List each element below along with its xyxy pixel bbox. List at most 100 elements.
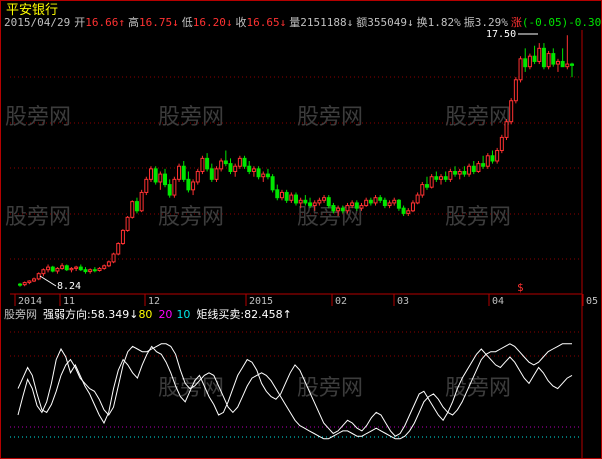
candle[interactable] (233, 163, 238, 177)
candle[interactable] (279, 189, 284, 201)
candle[interactable] (69, 267, 74, 273)
candle[interactable] (424, 176, 429, 190)
candle[interactable] (485, 153, 490, 169)
candle[interactable] (46, 264, 51, 273)
candle[interactable] (163, 168, 168, 188)
candle[interactable] (518, 56, 523, 83)
candle[interactable] (102, 264, 107, 270)
candle[interactable] (223, 150, 228, 167)
candle[interactable] (219, 158, 224, 172)
candle[interactable] (153, 166, 158, 185)
candle[interactable] (18, 282, 22, 287)
candle[interactable] (78, 264, 83, 272)
candle[interactable] (457, 168, 462, 180)
candle[interactable] (158, 171, 163, 190)
candle[interactable] (275, 184, 280, 201)
candle[interactable] (88, 268, 93, 274)
candle[interactable] (387, 200, 392, 209)
candle[interactable] (41, 268, 46, 277)
candle[interactable] (368, 197, 373, 206)
stock-chart[interactable]: 股旁网 股旁网 股旁网 股旁网 股旁网 股旁网 股旁网 股旁网 股旁网 股旁网 … (0, 0, 602, 459)
candle[interactable] (364, 197, 369, 207)
candle[interactable] (490, 150, 495, 164)
candle[interactable] (555, 58, 560, 72)
candle[interactable] (322, 195, 327, 203)
candle[interactable] (284, 189, 289, 203)
candle[interactable] (139, 189, 144, 213)
candle[interactable] (120, 229, 125, 245)
candle[interactable] (434, 171, 439, 182)
candle[interactable] (471, 161, 476, 175)
candle[interactable] (242, 155, 247, 169)
candle[interactable] (125, 216, 130, 232)
candle[interactable] (36, 272, 41, 281)
candle[interactable] (186, 171, 191, 193)
candle[interactable] (289, 192, 294, 203)
candle[interactable] (532, 45, 537, 65)
candle[interactable] (214, 166, 219, 182)
candle[interactable] (476, 161, 481, 173)
candle[interactable] (228, 158, 233, 175)
candle[interactable] (32, 277, 37, 283)
candle[interactable] (509, 98, 514, 125)
candle[interactable] (406, 208, 411, 217)
candle[interactable] (177, 163, 182, 182)
candle[interactable] (60, 263, 65, 270)
candle[interactable] (560, 48, 565, 68)
candle[interactable] (209, 163, 214, 182)
candle[interactable] (420, 181, 425, 198)
candlestick-series[interactable] (18, 35, 574, 287)
candle[interactable] (97, 267, 102, 272)
candle[interactable] (111, 252, 116, 264)
candle[interactable] (448, 168, 453, 182)
candle[interactable] (261, 171, 266, 182)
dividend-marker[interactable]: $ (517, 281, 524, 294)
candle[interactable] (106, 260, 111, 268)
candle[interactable] (92, 267, 97, 273)
candle[interactable] (392, 197, 397, 206)
candle[interactable] (382, 197, 387, 209)
candle[interactable] (144, 176, 149, 196)
candle[interactable] (373, 195, 378, 206)
candle[interactable] (443, 171, 448, 182)
candle[interactable] (27, 280, 32, 285)
candle[interactable] (83, 267, 88, 274)
candle[interactable] (256, 166, 261, 180)
candle[interactable] (429, 174, 434, 189)
candle[interactable] (191, 179, 196, 196)
candle[interactable] (467, 163, 472, 177)
candle[interactable] (247, 161, 252, 175)
candle[interactable] (22, 281, 27, 287)
candle[interactable] (148, 166, 153, 182)
candle[interactable] (396, 198, 401, 211)
candle[interactable] (50, 265, 55, 273)
candle[interactable] (541, 43, 546, 70)
candle[interactable] (439, 174, 444, 185)
candle[interactable] (181, 161, 186, 182)
candle[interactable] (495, 147, 500, 164)
candle[interactable] (570, 62, 574, 78)
candle[interactable] (265, 168, 270, 180)
candle[interactable] (504, 119, 509, 141)
candle[interactable] (378, 195, 383, 203)
candle[interactable] (537, 43, 542, 65)
candle[interactable] (499, 134, 504, 154)
candle[interactable] (55, 267, 60, 274)
candle[interactable] (270, 174, 275, 193)
candle[interactable] (303, 195, 308, 206)
candle[interactable] (205, 153, 210, 172)
candle[interactable] (200, 155, 205, 175)
candle[interactable] (513, 77, 518, 104)
candle[interactable] (462, 166, 467, 177)
candle[interactable] (415, 192, 420, 205)
candle[interactable] (195, 168, 200, 185)
candle[interactable] (527, 53, 532, 70)
candle[interactable] (410, 200, 415, 213)
candle[interactable] (294, 192, 298, 206)
candle[interactable] (134, 197, 139, 214)
candle[interactable] (551, 48, 556, 67)
candle[interactable] (64, 264, 69, 272)
candle[interactable] (546, 50, 551, 70)
candle[interactable] (172, 176, 177, 198)
candle[interactable] (116, 242, 121, 256)
